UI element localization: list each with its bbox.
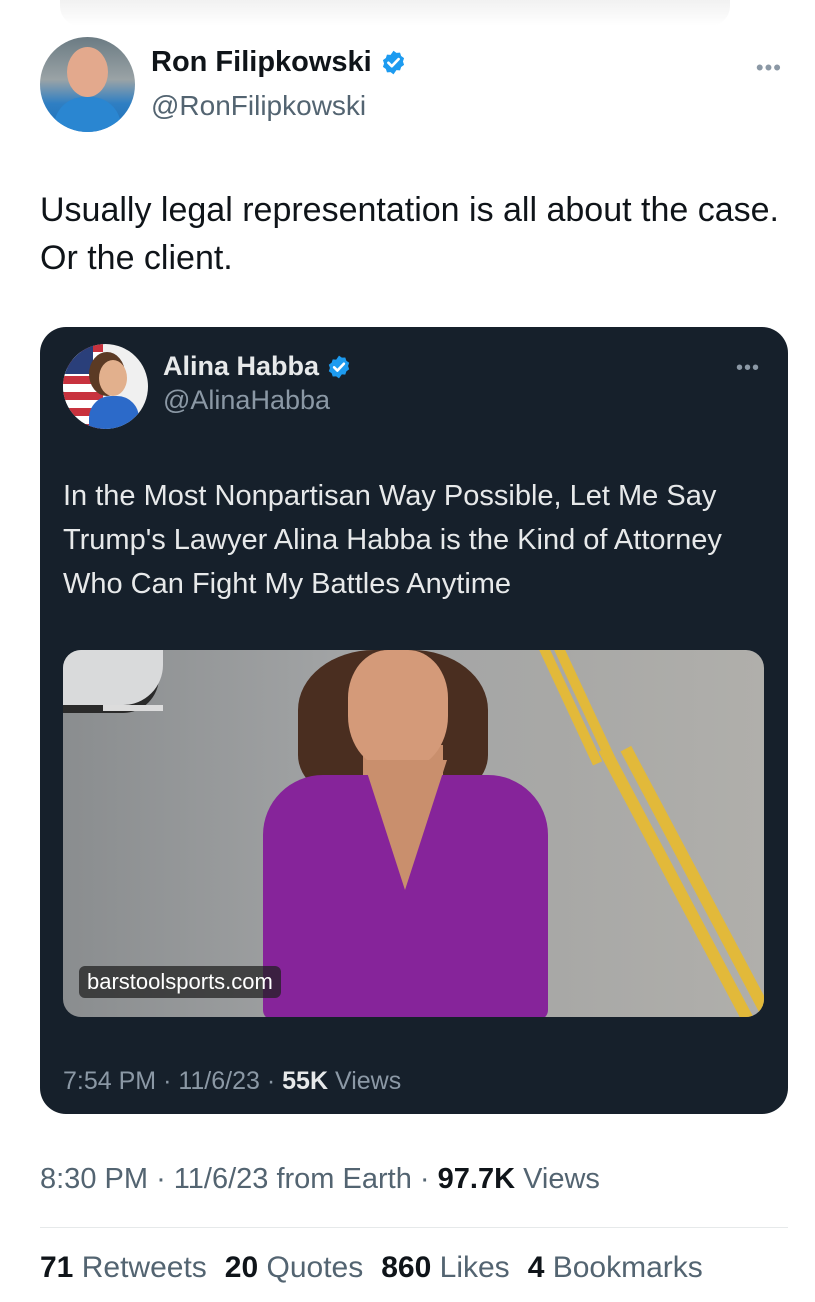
tweet-time[interactable]: 8:30 PM bbox=[40, 1163, 148, 1195]
quoted-author-name-row: Alina Habba bbox=[163, 351, 352, 382]
retweets-stat[interactable]: 71 Retweets bbox=[40, 1251, 207, 1285]
author-name[interactable]: Ron Filipkowski bbox=[151, 46, 372, 79]
tweet-header: Ron Filipkowski @RonFilipkowski ••• bbox=[40, 37, 781, 133]
quoted-more-options-icon[interactable]: ••• bbox=[736, 357, 760, 380]
link-source-label[interactable]: barstoolsports.com bbox=[79, 966, 281, 998]
tweet-text: Usually legal representation is all abou… bbox=[40, 191, 779, 277]
verified-badge-icon bbox=[382, 50, 404, 75]
quoted-tweet-time[interactable]: 7:54 PM bbox=[63, 1067, 156, 1095]
quoted-tweet-text: In the Most Nonpartisan Way Possible, Le… bbox=[63, 480, 722, 600]
quoted-author-avatar[interactable] bbox=[63, 344, 148, 429]
tweet-source: from Earth bbox=[276, 1163, 412, 1195]
quoted-tweet-meta: 7:54 PM · 11/6/23 · 55K Views bbox=[63, 1067, 402, 1095]
author-avatar[interactable] bbox=[40, 37, 135, 132]
bookmarks-stat[interactable]: 4 Bookmarks bbox=[528, 1251, 703, 1285]
author-name-row: Ron Filipkowski bbox=[151, 46, 407, 79]
quotes-stat[interactable]: 20 Quotes bbox=[225, 1251, 363, 1285]
quoted-tweet[interactable]: Alina Habba @AlinaHabba ••• In the Most … bbox=[40, 327, 788, 1114]
quoted-tweet-date[interactable]: 11/6/23 bbox=[178, 1067, 260, 1095]
divider bbox=[40, 1227, 788, 1228]
views-label: Views bbox=[523, 1163, 600, 1195]
views-count: 97.7K bbox=[437, 1163, 516, 1195]
tweet-meta: 8:30 PM · 11/6/23 from Earth · 97.7K Vie… bbox=[40, 1163, 600, 1195]
quoted-views-label: Views bbox=[334, 1067, 402, 1095]
previous-content-fade bbox=[60, 0, 730, 26]
quoted-author-handle[interactable]: @AlinaHabba bbox=[163, 385, 330, 416]
quoted-tweet-image[interactable]: barstoolsports.com bbox=[63, 650, 764, 1017]
more-options-icon[interactable]: ••• bbox=[756, 55, 782, 81]
author-handle[interactable]: @RonFilipkowski bbox=[151, 90, 366, 122]
engagement-stats: 71 Retweets 20 Quotes 860 Likes 4 Bookma… bbox=[40, 1251, 703, 1285]
verified-badge-icon bbox=[328, 355, 350, 378]
quoted-author-name[interactable]: Alina Habba bbox=[163, 351, 319, 382]
tweet-date[interactable]: 11/6/23 bbox=[174, 1163, 269, 1195]
likes-stat[interactable]: 860 Likes bbox=[381, 1251, 509, 1285]
quoted-views-count: 55K bbox=[282, 1067, 329, 1095]
